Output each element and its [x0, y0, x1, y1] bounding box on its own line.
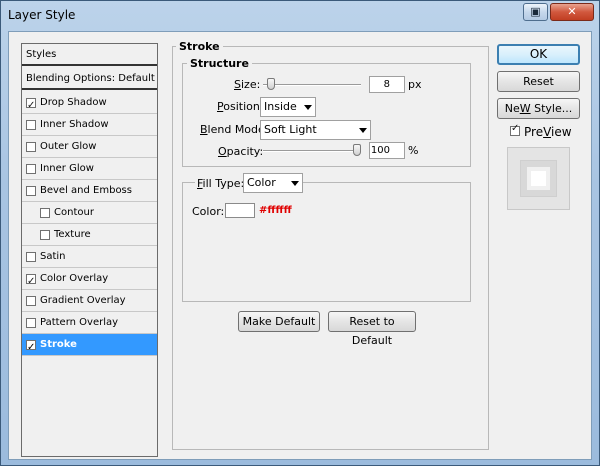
blend-mode-label: Blend Mode: — [200, 123, 269, 136]
layer-style-window: Layer Style ▣ ✕ Styles Blending Options:… — [0, 0, 600, 466]
satin-checkbox[interactable] — [26, 252, 36, 262]
pattern-overlay-checkbox[interactable] — [26, 318, 36, 328]
inner-glow-checkbox[interactable] — [26, 164, 36, 174]
stroke-group-title: Stroke — [176, 40, 223, 53]
color-swatch[interactable] — [225, 203, 255, 218]
color-overlay-checkbox[interactable] — [26, 271, 36, 292]
opacity-slider-thumb[interactable] — [353, 144, 361, 156]
contour-checkbox[interactable] — [40, 208, 50, 218]
chevron-down-icon — [359, 128, 367, 133]
styles-header[interactable]: Styles — [22, 44, 157, 66]
style-item-inner-glow[interactable]: Inner Glow — [22, 158, 157, 180]
blend-mode-select[interactable]: Soft Light — [260, 120, 371, 140]
style-item-drop-shadow[interactable]: Drop Shadow — [22, 92, 157, 116]
drop-shadow-checkbox[interactable] — [26, 95, 36, 116]
size-input[interactable]: 8 — [369, 76, 405, 93]
blending-options-item[interactable]: Blending Options: Default — [22, 68, 157, 90]
outer-glow-checkbox[interactable] — [26, 142, 36, 152]
fill-type-label: Fill Type: — [195, 177, 247, 190]
fill-type-select[interactable]: Color — [243, 173, 303, 193]
style-item-gradient-overlay[interactable]: Gradient Overlay — [22, 290, 157, 312]
style-item-outer-glow[interactable]: Outer Glow — [22, 136, 157, 158]
opacity-label: Opacity: — [218, 145, 264, 158]
dialog-client-area: Styles Blending Options: Default Drop Sh… — [8, 31, 592, 460]
inner-shadow-checkbox[interactable] — [26, 120, 36, 130]
ok-button[interactable]: OK — [497, 44, 580, 65]
stroke-checkbox[interactable] — [26, 337, 36, 358]
style-preview-thumbnail — [507, 147, 570, 210]
chevron-down-icon — [291, 181, 299, 186]
structure-group-title: Structure — [187, 57, 252, 70]
gradient-overlay-checkbox[interactable] — [26, 296, 36, 306]
fill-type-group — [182, 182, 471, 302]
position-label: Position: — [217, 100, 264, 113]
make-default-button[interactable]: Make Default — [238, 311, 320, 332]
style-item-satin[interactable]: Satin — [22, 246, 157, 268]
size-label: Size: — [234, 78, 261, 91]
style-item-contour[interactable]: Contour — [22, 202, 157, 224]
new-style-button[interactable]: NeW Style... — [497, 98, 580, 119]
opacity-slider-track[interactable] — [263, 150, 361, 152]
reset-to-default-button[interactable]: Reset to Default — [328, 311, 416, 347]
opacity-unit: % — [408, 144, 419, 157]
preview-shape — [520, 160, 557, 197]
style-item-inner-shadow[interactable]: Inner Shadow — [22, 114, 157, 136]
position-select[interactable]: Inside — [260, 97, 316, 117]
title-bar[interactable]: Layer Style ▣ ✕ — [1, 1, 599, 29]
color-hex-value: #ffffff — [259, 205, 292, 216]
style-item-color-overlay[interactable]: Color Overlay — [22, 268, 157, 292]
close-icon[interactable]: ✕ — [550, 3, 594, 21]
opacity-input[interactable]: 100 — [369, 142, 405, 159]
window-title: Layer Style — [8, 8, 76, 22]
size-slider-track[interactable] — [263, 84, 361, 86]
styles-list: Styles Blending Options: Default Drop Sh… — [21, 43, 158, 457]
help-icon[interactable]: ▣ — [523, 3, 548, 21]
style-item-bevel-emboss[interactable]: Bevel and Emboss — [22, 180, 157, 202]
reset-button[interactable]: Reset — [497, 71, 580, 92]
preview-checkbox[interactable] — [510, 123, 520, 136]
preview-label: PreView — [524, 125, 572, 139]
bevel-emboss-checkbox[interactable] — [26, 186, 36, 196]
style-item-stroke[interactable]: Stroke — [22, 334, 157, 358]
color-label: Color: — [192, 205, 225, 218]
chevron-down-icon — [304, 105, 312, 110]
preview-shape-core — [531, 171, 546, 186]
style-item-pattern-overlay[interactable]: Pattern Overlay — [22, 312, 157, 334]
style-item-texture[interactable]: Texture — [22, 224, 157, 246]
size-slider-thumb[interactable] — [266, 78, 275, 90]
size-unit: px — [408, 78, 422, 91]
texture-checkbox[interactable] — [40, 230, 50, 240]
